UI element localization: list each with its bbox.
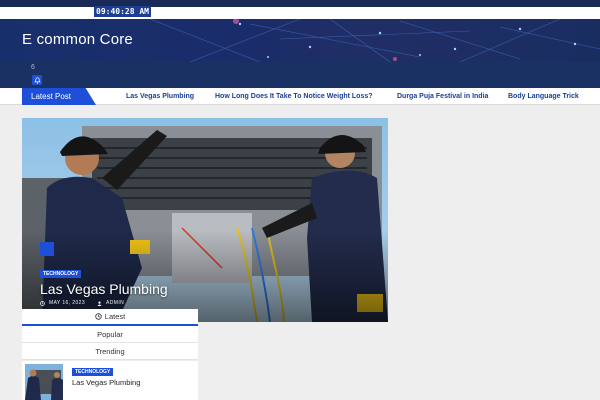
post-format-icon: [40, 242, 54, 256]
post-author[interactable]: ADMIN: [106, 300, 124, 306]
tab-latest[interactable]: Latest: [22, 309, 198, 326]
tab-popular[interactable]: Popular: [22, 326, 198, 343]
ticker-link[interactable]: How Long Does It Take To Notice Weight L…: [215, 88, 373, 105]
bell-icon: [33, 76, 41, 84]
clock-display: 09:40:28 AM: [94, 6, 151, 17]
ticker-link[interactable]: Body Language Trick: [508, 88, 579, 105]
ticker-link[interactable]: Durga Puja Festival in India: [397, 88, 488, 105]
clock-icon: [95, 313, 102, 320]
post-meta: MAY 16, 2023 ADMIN: [40, 300, 124, 306]
clock-icon: [40, 300, 45, 306]
sidebar-post-title[interactable]: Las Vegas Plumbing: [72, 378, 140, 387]
ticker-link[interactable]: Las Vegas Plumbing: [126, 88, 194, 105]
user-icon: [97, 301, 102, 306]
top-strip: [0, 0, 600, 7]
category-badge[interactable]: TECHNOLOGY: [40, 270, 82, 278]
notification-count: 6: [31, 64, 35, 71]
notification-button[interactable]: [32, 75, 42, 85]
tab-label: Latest: [104, 312, 126, 321]
tab-trending[interactable]: Trending: [22, 343, 198, 360]
header-banner: E common Core: [0, 19, 600, 62]
thumbnail-image: [25, 364, 63, 400]
tab-label: Trending: [95, 346, 125, 356]
latest-post-label: Latest Post: [22, 88, 96, 105]
sidebar-tabs: Latest Popular Trending: [22, 309, 198, 360]
sidebar-post-thumbnail[interactable]: [25, 364, 63, 400]
tab-label: Popular: [97, 329, 123, 339]
clock-bar: [0, 7, 600, 19]
category-badge[interactable]: TECHNOLOGY: [72, 368, 114, 376]
nav-bar: [0, 62, 600, 88]
post-date[interactable]: MAY 16, 2023: [49, 300, 85, 306]
featured-post-title[interactable]: Las Vegas Plumbing: [40, 281, 168, 297]
site-title[interactable]: E common Core: [22, 31, 133, 48]
